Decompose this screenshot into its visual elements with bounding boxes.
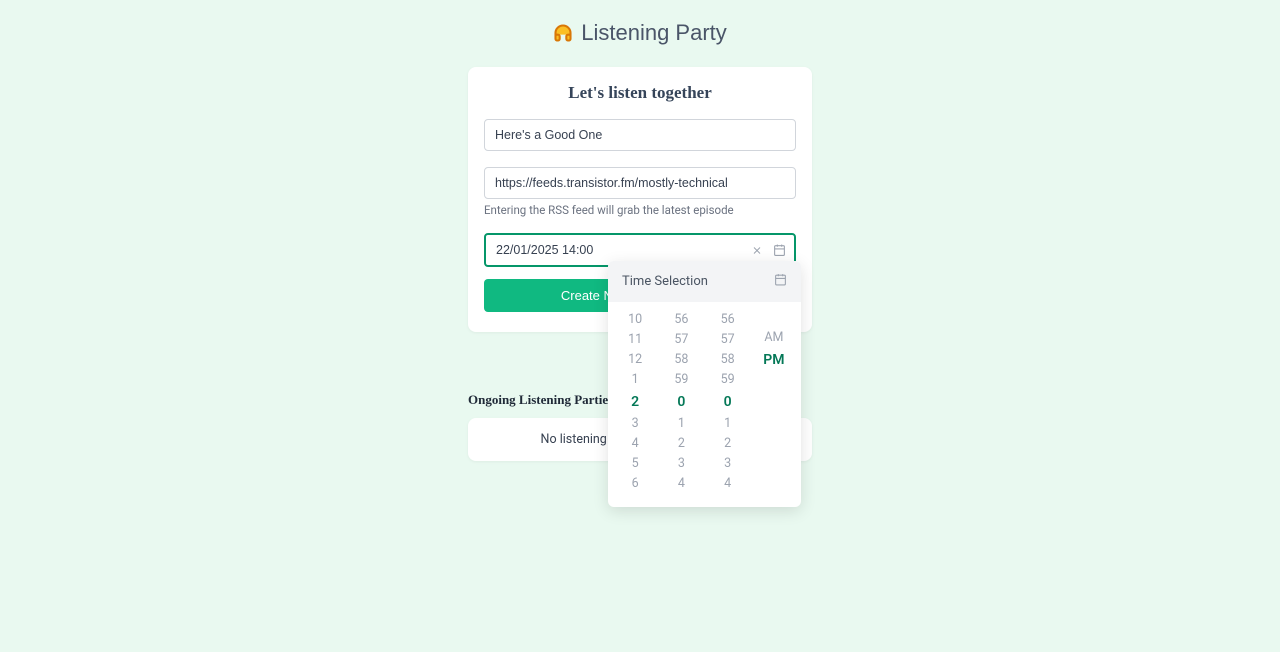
seconds-column[interactable]: 5657585901234: [705, 310, 751, 499]
time-picker-body: 101112123456 5657585901234 5657585901234…: [608, 302, 801, 507]
time-picker-title: Time Selection: [622, 274, 708, 289]
time-item[interactable]: 4: [705, 474, 751, 494]
calendar-icon[interactable]: [773, 244, 786, 257]
time-item[interactable]: 58: [658, 350, 704, 370]
logo-section: Listening Party: [0, 0, 1280, 67]
time-item[interactable]: 12: [612, 350, 658, 370]
time-item[interactable]: [751, 390, 797, 396]
time-item[interactable]: 10: [612, 310, 658, 330]
time-item[interactable]: 4: [658, 474, 704, 494]
time-item[interactable]: 2: [612, 390, 658, 414]
time-item[interactable]: 58: [705, 350, 751, 370]
rss-url-input[interactable]: [484, 167, 796, 199]
time-item[interactable]: 57: [658, 330, 704, 350]
minutes-column[interactable]: 5657585901234: [658, 310, 704, 499]
card-title: Let's listen together: [484, 83, 796, 103]
time-item[interactable]: 4: [612, 434, 658, 454]
time-item[interactable]: 1: [658, 414, 704, 434]
time-item[interactable]: 11: [612, 330, 658, 350]
headphones-icon: [553, 23, 573, 43]
clear-icon[interactable]: [751, 244, 763, 256]
time-item[interactable]: 57: [705, 330, 751, 350]
time-item[interactable]: 1: [705, 414, 751, 434]
time-item[interactable]: 59: [705, 370, 751, 390]
episode-name-input[interactable]: [484, 119, 796, 151]
logo: Listening Party: [553, 20, 727, 46]
time-picker-header: Time Selection: [608, 261, 801, 302]
hours-column[interactable]: 101112123456: [612, 310, 658, 499]
time-item[interactable]: 2: [658, 434, 704, 454]
time-item[interactable]: 59: [658, 370, 704, 390]
calendar-toggle-icon[interactable]: [774, 273, 787, 290]
time-picker-popover: Time Selection 101112123456 565758590123…: [608, 261, 801, 507]
logo-text: Listening Party: [581, 20, 727, 46]
time-item[interactable]: 3: [705, 454, 751, 474]
time-item[interactable]: 0: [658, 390, 704, 414]
time-item[interactable]: 3: [658, 454, 704, 474]
time-item[interactable]: 1: [612, 370, 658, 390]
time-item[interactable]: 56: [658, 310, 704, 330]
time-item[interactable]: 3: [612, 414, 658, 434]
time-item[interactable]: 2: [705, 434, 751, 454]
ampm-column[interactable]: AMPM: [751, 310, 797, 499]
time-item[interactable]: 56: [705, 310, 751, 330]
time-item[interactable]: 0: [705, 390, 751, 414]
rss-helper-text: Entering the RSS feed will grab the late…: [484, 203, 796, 217]
time-item[interactable]: PM: [751, 348, 797, 372]
time-item[interactable]: 5: [612, 454, 658, 474]
time-item[interactable]: AM: [751, 328, 797, 348]
time-item[interactable]: 6: [612, 474, 658, 494]
